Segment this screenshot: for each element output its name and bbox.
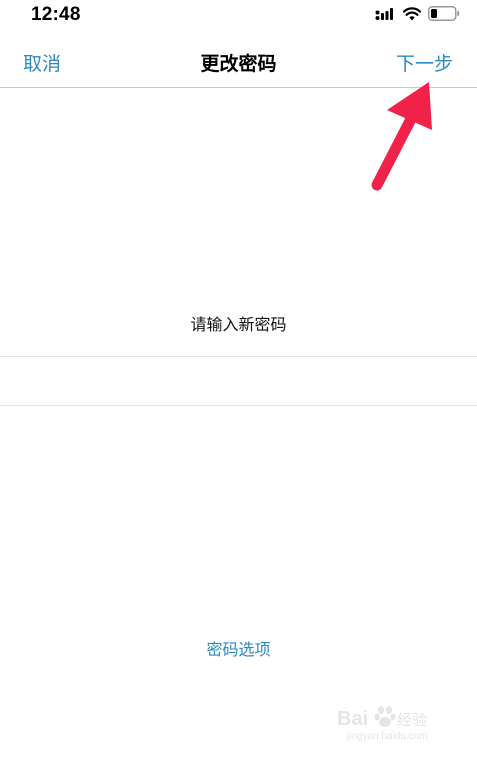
password-field-container [0, 356, 477, 407]
cellular-signal-icon [375, 7, 393, 20]
svg-text:jingyan.baidu.com: jingyan.baidu.com [346, 731, 428, 742]
svg-text:经验: 经验 [397, 711, 427, 729]
battery-icon [428, 6, 460, 21]
status-time: 12:48 [31, 4, 81, 25]
password-options-link[interactable]: 密码选项 [0, 636, 477, 660]
status-bar: 12:48 [0, 0, 477, 32]
new-password-input[interactable] [0, 357, 477, 407]
wifi-icon [403, 6, 421, 20]
status-icons [375, 6, 460, 21]
svg-text:Bai: Bai [337, 708, 368, 730]
annotation-arrow-icon [371, 82, 432, 191]
new-password-prompt: 请输入新密码 [190, 315, 287, 334]
baidu-jingyan-watermark: Bai 经验 jingyan.baidu.com [337, 706, 428, 742]
